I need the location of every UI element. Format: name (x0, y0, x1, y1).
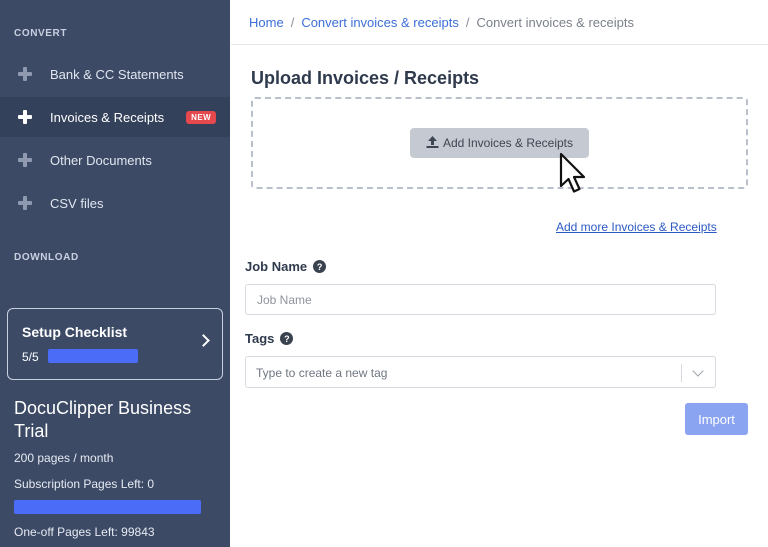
job-name-label-text: Job Name (245, 259, 308, 274)
setup-checklist-progress-fill (48, 349, 138, 363)
mouse-pointer-icon (558, 152, 590, 199)
sidebar-item-invoices-receipts[interactable]: Invoices & Receipts NEW (0, 97, 230, 137)
breadcrumb-parent-link[interactable]: Convert invoices & receipts (301, 15, 459, 30)
plus-icon (18, 153, 32, 167)
setup-checklist-progress-bar (48, 349, 138, 363)
help-icon[interactable]: ? (280, 332, 294, 345)
chevron-right-icon (197, 334, 210, 347)
breadcrumb-separator: / (465, 14, 470, 30)
plus-icon (18, 196, 32, 210)
plan-name: DocuClipper Business Trial (14, 398, 192, 441)
sidebar-item-other-documents[interactable]: Other Documents (0, 140, 230, 180)
breadcrumb: Home / Convert invoices & receipts / Con… (231, 0, 768, 45)
convert-section-title: CONVERT (14, 28, 68, 39)
upload-icon (426, 135, 439, 151)
subscription-pages-left: Subscription Pages Left: 0 (14, 477, 155, 491)
page-title: Upload Invoices / Receipts (251, 68, 480, 88)
subscription-progress-bar (14, 500, 201, 514)
subscription-progress-fill (14, 500, 201, 514)
oneoff-pages-left: One-off Pages Left: 99843 (14, 525, 155, 539)
job-name-input[interactable] (245, 284, 716, 315)
sidebar-item-label: CSV files (50, 195, 104, 211)
download-section-title: DOWNLOAD (14, 252, 79, 263)
add-more-invoices-link[interactable]: Add more Invoices & Receipts (556, 220, 717, 234)
tags-placeholder: Type to create a new tag (256, 366, 388, 380)
plus-icon (18, 67, 32, 81)
sidebar-item-label: Invoices & Receipts (50, 109, 165, 125)
tags-divider (681, 364, 682, 382)
sidebar-item-label: Other Documents (50, 152, 152, 168)
breadcrumb-home-link[interactable]: Home (249, 15, 284, 30)
sidebar-item-label: Bank & CC Statements (50, 66, 184, 82)
sidebar-item-csv-files[interactable]: CSV files (0, 183, 230, 223)
setup-checklist-title: Setup Checklist (22, 324, 128, 340)
tags-label: Tags ? (245, 331, 294, 346)
tags-select[interactable]: Type to create a new tag (245, 356, 716, 388)
sidebar: CONVERT Bank & CC Statements Invoices & … (0, 0, 230, 547)
plus-icon (18, 110, 32, 124)
new-badge: NEW (186, 110, 217, 124)
breadcrumb-current: Convert invoices & receipts (476, 14, 634, 30)
tags-label-text: Tags (245, 331, 275, 346)
breadcrumb-separator: / (290, 14, 295, 30)
add-invoices-button-label: Add Invoices & Receipts (442, 136, 574, 150)
help-icon[interactable]: ? (313, 260, 327, 273)
chevron-down-icon[interactable] (692, 365, 704, 377)
setup-checklist-progress: 5/5 (22, 350, 39, 364)
plan-pages-per-month: 200 pages / month (14, 451, 114, 465)
sidebar-item-bank-cc-statements[interactable]: Bank & CC Statements (0, 54, 230, 94)
setup-checklist-card[interactable]: Setup Checklist 5/5 (7, 308, 223, 380)
import-button[interactable]: Import (685, 403, 748, 435)
job-name-label: Job Name ? (245, 259, 327, 274)
